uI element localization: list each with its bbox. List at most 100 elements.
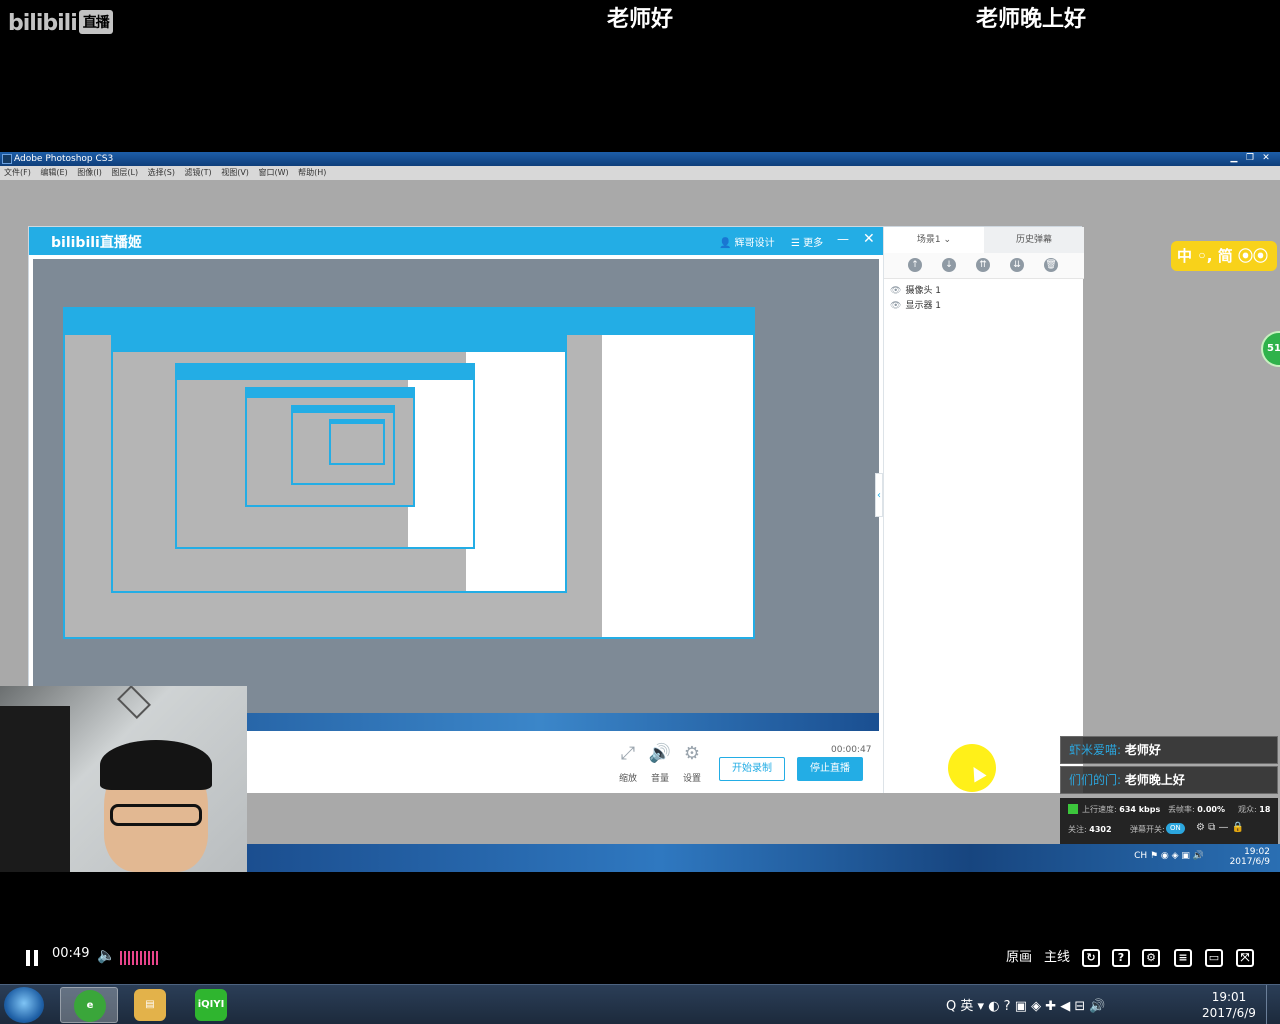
danmaku-row: 们们的门: 老师晚上好: [1060, 766, 1278, 794]
settings-icon: ⚙: [683, 743, 701, 764]
zoom-icon: ⤢: [620, 743, 636, 764]
close-icon: ✕: [863, 231, 875, 247]
playback-time: 00:49: [52, 946, 90, 961]
video-clock-date: 2017/6/9: [1229, 857, 1270, 867]
scene-tabs: 场景1 ⌄ 历史弹幕: [884, 227, 1084, 253]
eye-icon: 👁: [890, 301, 902, 311]
source-label: 摄像头 1: [905, 286, 942, 296]
photoshop-title-bar: Adobe Photoshop CS3: [0, 152, 1280, 166]
more-menu: ☰ 更多: [791, 238, 824, 249]
live-timer: 00:00:47: [831, 745, 872, 755]
clothes-rack: [0, 706, 70, 872]
browser-icon: e: [74, 990, 106, 1022]
drop-value: 0.00%: [1197, 805, 1226, 814]
taskbar-app-iqiyi[interactable]: iQIYI: [182, 987, 240, 1023]
tv-icon[interactable]: ▭: [1205, 949, 1223, 967]
quality-selector[interactable]: 原画: [1006, 946, 1032, 965]
settings-label: 设置: [682, 774, 701, 784]
system-clock[interactable]: 19:01 2017/6/9: [1196, 989, 1262, 1021]
ime-eyes-icon: ⦿⦿: [1237, 247, 1268, 265]
viewers-label: 观众:: [1238, 805, 1257, 814]
move-down-icon: ↓: [942, 258, 956, 272]
volume-icon[interactable]: 🔈: [97, 946, 116, 964]
danmaku-settings-icon[interactable]: ⚙: [1142, 949, 1160, 967]
follow-label: 关注:: [1068, 825, 1087, 834]
volume-slider[interactable]: [120, 951, 160, 965]
close-icon: ✕: [1262, 153, 1270, 163]
menu-item: 滤镜(T): [184, 168, 212, 177]
move-top-icon: ⇈: [976, 258, 990, 272]
danmaku-user: 们们的门:: [1069, 773, 1122, 787]
drop-rate: 丢帧率: 0.00%: [1168, 804, 1225, 815]
tab-history-danmaku: 历史弹幕: [1015, 235, 1052, 245]
menu-item: 视图(V): [221, 168, 249, 177]
followers: 关注: 4302: [1068, 824, 1112, 835]
move-bottom-icon: ⇊: [1010, 258, 1024, 272]
eye-icon: 👁: [890, 286, 902, 296]
tray-icons: ▾ ◐ ? ▣ ◈ ✚ ◀ ⊟ 🔊: [977, 999, 1106, 1014]
pause-button[interactable]: [26, 950, 38, 966]
video-clock-time: 19:02: [1244, 847, 1270, 857]
start-record-button: 开始录制: [719, 757, 785, 781]
presenter-glasses: [110, 804, 202, 826]
stop-live-button: 停止直播: [797, 757, 863, 781]
ime-text: 中 ◦, 简: [1177, 247, 1233, 265]
minimize-icon: —: [837, 232, 849, 246]
menu-item: 文件(F): [4, 168, 31, 177]
volume-icon: 🔊: [648, 743, 672, 764]
user-name: 👤 辉哥设计: [719, 238, 775, 249]
search-icon[interactable]: Q: [946, 999, 956, 1014]
danmaku-user: 虾米爱喵:: [1069, 743, 1122, 757]
window-controls: ▁ ❐ ✕: [1226, 153, 1274, 163]
user-name-text: 辉哥设计: [734, 238, 775, 249]
video-frame[interactable]: Adobe Photoshop CS3 ▁ ❐ ✕ 文件(F) 编辑(E) 图像(I…: [0, 152, 1280, 872]
toggle-switch: ON: [1166, 823, 1185, 834]
video-tray: CH ⚑ ◉ ◈ ▣ 🔊 19:02 2017/6/9: [1134, 847, 1270, 867]
window-title: Adobe Photoshop CS3: [14, 154, 114, 164]
speed-ball: 51: [1261, 331, 1280, 367]
stream-stats: 上行速度: 634 kbps 丢帧率: 0.00% 观众: 18 关注: 430…: [1060, 798, 1278, 844]
move-up-icon: ↑: [908, 258, 922, 272]
fullscreen-icon[interactable]: ⤧: [1236, 949, 1254, 967]
ime-language[interactable]: 英: [960, 999, 973, 1014]
menu-item: 帮助(H): [298, 168, 327, 177]
help-icon[interactable]: ?: [1112, 949, 1130, 967]
stream-preview: [33, 259, 879, 731]
scene-panel: 场景1 ⌄ 历史弹幕 ↑ ↓ ⇈ ⇊ 🗑 👁 摄像头 1 👁 显示器 1: [883, 227, 1084, 793]
line-selector[interactable]: 主线: [1044, 946, 1070, 965]
upload-value: 634 kbps: [1119, 805, 1161, 814]
viewers: 观众: 18: [1238, 804, 1270, 815]
viewers-value: 18: [1259, 805, 1271, 814]
zoom-label: 缩放: [618, 774, 637, 784]
recursive-preview: [329, 419, 385, 465]
taskbar-app-360[interactable]: e: [60, 987, 118, 1023]
danmaku-toggle-icon[interactable]: ≡: [1174, 949, 1192, 967]
windows-taskbar: e ▤ iQIYI Q 英 ▾ ◐ ? ▣ ◈ ✚ ◀ ⊟ 🔊 19:01 20…: [0, 984, 1280, 1024]
photoshop-icon: [2, 154, 12, 164]
more-label: 更多: [803, 238, 824, 249]
danmaku-message: 老师晚上好: [1124, 773, 1185, 787]
logo-text: bilibili: [8, 11, 78, 36]
danmaku-toggle: 弹幕开关:: [1130, 824, 1165, 835]
follow-value: 4302: [1089, 825, 1112, 834]
menu-item: 图层(L): [111, 168, 139, 177]
presenter-hair: [100, 740, 212, 790]
source-item-camera: 👁 摄像头 1: [890, 283, 941, 296]
tab-scene: 场景1 ⌄: [884, 227, 984, 253]
lamp: [117, 686, 151, 719]
menu-item: 窗口(W): [258, 168, 289, 177]
source-item-display: 👁 显示器 1: [890, 298, 941, 311]
clock-time: 19:01: [1211, 990, 1247, 1004]
video-tray-lang: CH: [1134, 851, 1148, 861]
drop-label: 丢帧率:: [1168, 805, 1195, 814]
refresh-icon[interactable]: ↻: [1082, 949, 1100, 967]
start-button[interactable]: [4, 987, 44, 1023]
system-tray: Q 英 ▾ ◐ ? ▣ ◈ ✚ ◀ ⊟ 🔊: [946, 995, 1106, 1014]
iqiyi-icon: iQIYI: [195, 989, 227, 1021]
video-tray-icons: CH ⚑ ◉ ◈ ▣ 🔊: [1134, 851, 1204, 861]
clock-date: 2017/6/9: [1202, 1006, 1256, 1020]
folder-icon: ▤: [134, 989, 166, 1021]
taskbar-app-explorer[interactable]: ▤: [121, 987, 179, 1023]
show-desktop-button[interactable]: [1266, 985, 1280, 1024]
danmaku-comment: 老师好: [607, 7, 674, 32]
